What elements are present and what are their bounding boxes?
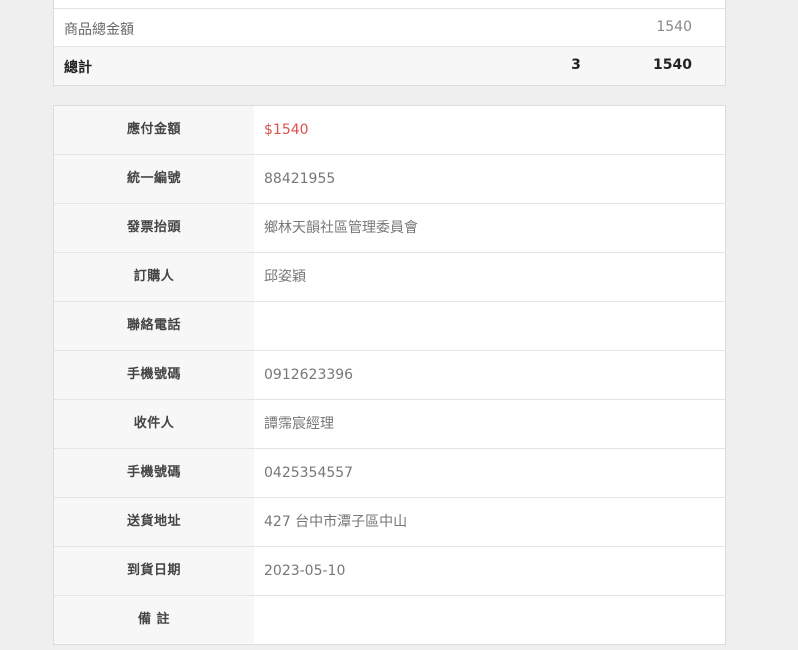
delivery-address-value: 427 台中市潭子區中山	[264, 514, 408, 530]
arrival-date-label: 到貨日期	[54, 547, 254, 595]
orderer-mobile-value: 0912623396	[264, 367, 354, 383]
contact-phone-value	[254, 302, 725, 350]
detail-row-contact-phone: 聯絡電話	[54, 302, 725, 351]
detail-row-recipient: 收件人 譚霈宸經理	[54, 400, 725, 449]
invoice-title-label: 發票抬頭	[54, 204, 254, 252]
detail-row-arrival-date: 到貨日期 2023-05-10	[54, 547, 725, 596]
detail-row-orderer-mobile: 手機號碼 0912623396	[54, 351, 725, 400]
tax-id-value: 88421955	[264, 171, 336, 187]
recipient-mobile-value: 0425354557	[264, 465, 354, 481]
delivery-address-label: 送貨地址	[54, 498, 254, 546]
order-confirmation-page: 商品總金額 1540 總計 3 1540 應付金額 $1540 統一編號 884…	[0, 0, 798, 650]
amount-due-label: 應付金額	[54, 106, 254, 154]
contact-phone-label: 聯絡電話	[54, 302, 254, 350]
detail-row-delivery-address: 送貨地址 427 台中市潭子區中山	[54, 498, 725, 547]
detail-row-orderer: 訂購人 邱姿穎	[54, 253, 725, 302]
detail-row-tax-id: 統一編號 88421955	[54, 155, 725, 204]
order-details-table: 應付金額 $1540 統一編號 88421955 發票抬頭 鄉林天韻社區管理委員…	[53, 105, 726, 645]
amount-due-value: $1540	[264, 122, 309, 138]
total-quantity: 3	[571, 57, 581, 73]
recipient-label: 收件人	[54, 400, 254, 448]
subtotal-label: 商品總金額	[64, 22, 134, 38]
arrival-date-value: 2023-05-10	[264, 563, 346, 579]
orderer-value: 邱姿穎	[264, 269, 306, 285]
recipient-mobile-label: 手機號碼	[54, 449, 254, 497]
orderer-mobile-label: 手機號碼	[54, 351, 254, 399]
invoice-title-value: 鄉林天韻社區管理委員會	[264, 220, 418, 236]
detail-row-notes: 備 註	[54, 596, 725, 644]
order-summary-table: 商品總金額 1540 總計 3 1540	[53, 0, 726, 86]
orderer-label: 訂購人	[54, 253, 254, 301]
subtotal-row: 商品總金額 1540	[54, 9, 725, 47]
detail-row-recipient-mobile: 手機號碼 0425354557	[54, 449, 725, 498]
notes-label: 備 註	[54, 596, 254, 644]
notes-value	[254, 596, 725, 644]
detail-row-amount-due: 應付金額 $1540	[54, 106, 725, 155]
subtotal-amount: 1540	[656, 19, 692, 35]
total-row: 總計 3 1540	[54, 47, 725, 85]
total-label: 總計	[64, 60, 92, 76]
tax-id-label: 統一編號	[54, 155, 254, 203]
summary-top-edge	[54, 0, 725, 9]
total-amount: 1540	[653, 57, 692, 73]
recipient-value: 譚霈宸經理	[264, 416, 334, 432]
detail-row-invoice-title: 發票抬頭 鄉林天韻社區管理委員會	[54, 204, 725, 253]
